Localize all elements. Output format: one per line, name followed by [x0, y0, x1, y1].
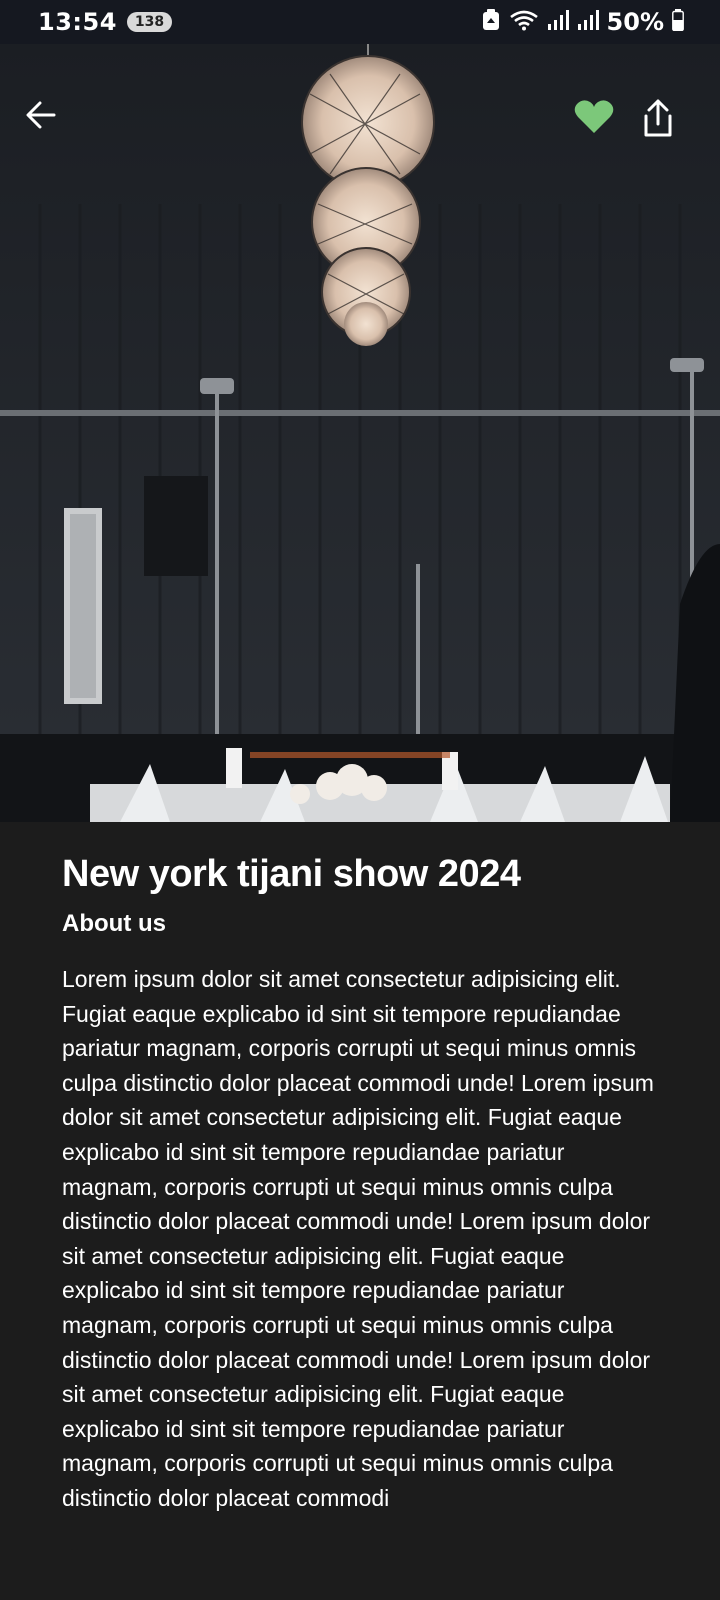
event-details: New york tijani show 2024 About us Lorem…: [0, 822, 720, 1600]
status-bar: 13:54 138 50%: [0, 0, 720, 44]
favorite-button[interactable]: [574, 98, 630, 154]
status-time: 13:54: [38, 8, 117, 36]
about-heading: About us: [62, 910, 166, 937]
signal-icon: [577, 9, 599, 35]
share-button[interactable]: [640, 98, 696, 154]
event-description: Lorem ipsum dolor sit amet consectetur a…: [62, 966, 654, 1511]
status-icons: 50%: [481, 8, 684, 36]
battery-icon: [672, 9, 684, 35]
event-hero-image: [0, 44, 720, 822]
signal-icon: [547, 9, 569, 35]
notification-count-badge: 138: [126, 12, 173, 32]
battery-percent: 50%: [606, 8, 664, 36]
venue-illustration: [0, 44, 720, 822]
recycle-icon: [481, 9, 501, 35]
back-button[interactable]: [24, 98, 80, 154]
event-title: New york tijani show 2024: [62, 853, 521, 895]
wifi-icon: [509, 9, 539, 35]
